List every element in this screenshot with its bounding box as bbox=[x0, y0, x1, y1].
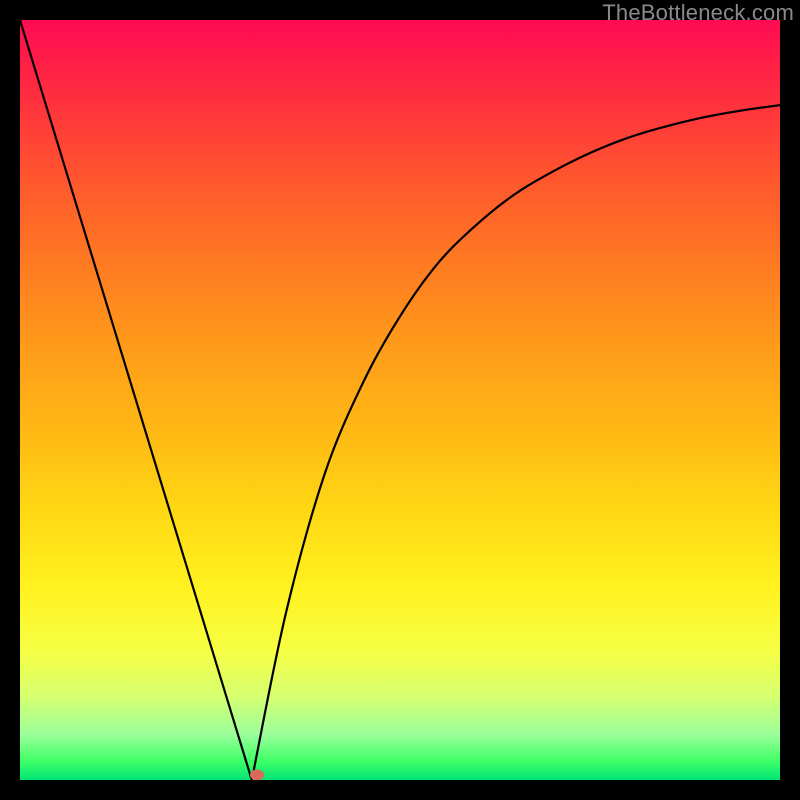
minimum-marker bbox=[250, 770, 264, 780]
curve-left-branch bbox=[20, 20, 252, 780]
chart-container: TheBottleneck.com bbox=[0, 0, 800, 800]
curve-right-branch bbox=[252, 105, 780, 780]
plot-area bbox=[20, 20, 780, 780]
curve-svg bbox=[20, 20, 780, 780]
